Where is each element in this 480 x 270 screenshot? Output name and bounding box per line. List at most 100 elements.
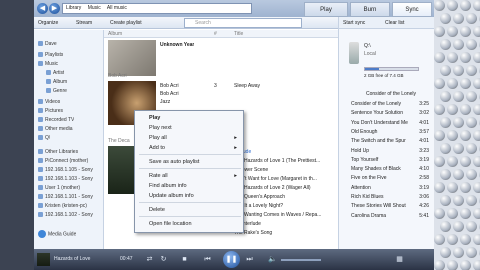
column-header-number[interactable]: # bbox=[214, 31, 217, 37]
back-button[interactable]: ◀ bbox=[37, 3, 48, 14]
forward-button[interactable]: ▶ bbox=[49, 3, 60, 14]
library-icon bbox=[38, 158, 43, 164]
sync-song-title: Many Shades of Black bbox=[351, 166, 401, 173]
sidebar-item-album[interactable]: Album bbox=[46, 78, 67, 86]
tab-play[interactable]: Play bbox=[304, 2, 348, 17]
sync-list-item[interactable]: You Don't Understand Me 4:01 bbox=[351, 120, 431, 127]
sidebar-item-recorded-tv[interactable]: Recorded TV bbox=[38, 116, 74, 124]
chrome-ball-decoration bbox=[440, 169, 451, 180]
album-artist: Bob Acri bbox=[160, 91, 179, 97]
sync-list-item[interactable]: Hold Up 3:23 bbox=[351, 148, 431, 155]
sidebar-item-library[interactable]: PiConnect (mother) bbox=[38, 157, 88, 165]
menu-item-play-all[interactable]: Play all ▸ bbox=[149, 134, 239, 142]
sidebar-item-library[interactable]: 192.168.1.103 - Sony bbox=[38, 175, 93, 183]
track-number: 3 bbox=[214, 83, 217, 89]
capacity-bar bbox=[364, 67, 419, 71]
clear-list-button[interactable]: Clear list bbox=[385, 19, 404, 27]
chrome-ball-decoration bbox=[434, 182, 445, 193]
chrome-ball-decoration bbox=[473, 52, 480, 63]
sidebar-item-library[interactable]: 192.168.1.105 - Sony bbox=[38, 166, 93, 174]
sidebar-item-playlists[interactable]: Playlists bbox=[38, 51, 63, 59]
menu-item-open-file-location[interactable]: Open file location bbox=[149, 220, 239, 228]
breadcrumb-all-music[interactable]: All music bbox=[107, 5, 127, 11]
now-playing-art[interactable] bbox=[37, 253, 50, 266]
sync-song-title: Top Yourself bbox=[351, 156, 379, 163]
elapsed-time: 00:47 bbox=[120, 256, 133, 262]
sidebar-item-library[interactable]: Kristen (kristen-pc) bbox=[38, 202, 87, 210]
sync-list-item[interactable]: Top Yourself 3:19 bbox=[351, 157, 431, 164]
chrome-ball-decoration bbox=[434, 52, 445, 63]
stream-button[interactable]: Stream bbox=[76, 19, 92, 27]
search-input[interactable]: Search bbox=[184, 18, 302, 28]
sidebar-item-music[interactable]: Music bbox=[38, 60, 58, 68]
create-playlist-button[interactable]: Create playlist bbox=[110, 19, 142, 27]
chrome-ball-decoration bbox=[434, 104, 445, 115]
menu-item-play-next[interactable]: Play next bbox=[149, 124, 239, 132]
mute-icon[interactable]: 🔈 bbox=[267, 254, 278, 265]
chrome-ball-decoration bbox=[473, 260, 480, 270]
sync-song-duration: 3:19 bbox=[419, 156, 429, 163]
chrome-ball-decoration bbox=[447, 26, 458, 37]
sidebar-item-user[interactable]: Dave bbox=[38, 40, 57, 48]
album-art-unknown[interactable] bbox=[108, 40, 156, 76]
switch-to-now-playing-icon[interactable]: ▦ bbox=[394, 254, 405, 265]
column-headers: Album # Title bbox=[104, 30, 338, 38]
sync-list-item[interactable]: Old Enough 3:57 bbox=[351, 129, 431, 136]
breadcrumb-music[interactable]: Music bbox=[88, 5, 101, 11]
sync-list-item[interactable]: The Switch and the Spur 4:01 bbox=[351, 138, 431, 145]
device-type: Local bbox=[364, 51, 376, 57]
sidebar-item-device[interactable]: Q\ bbox=[38, 134, 50, 142]
sync-song-title: Old Enough bbox=[351, 128, 378, 135]
menu-item-update-album-info[interactable]: Update album info bbox=[149, 192, 239, 200]
sidebar-item-library[interactable]: 192.168.1.102 - Sony bbox=[38, 211, 93, 219]
column-header-album[interactable]: Album bbox=[108, 31, 122, 37]
sync-list-item[interactable]: Five on the Five 2:58 bbox=[351, 175, 431, 182]
sidebar-item-videos[interactable]: Videos bbox=[38, 98, 60, 106]
tab-burn[interactable]: Burn bbox=[350, 2, 390, 17]
next-icon[interactable]: ⏭ bbox=[244, 254, 255, 265]
pause-button[interactable]: ❚❚ bbox=[223, 251, 240, 268]
sync-list-item[interactable]: Many Shades of Black 4:10 bbox=[351, 166, 431, 173]
device-name[interactable]: Q:\ bbox=[364, 43, 371, 50]
sidebar-item-library[interactable]: User 1 (mother) bbox=[38, 184, 80, 192]
sidebar-item-genre[interactable]: Genre bbox=[46, 87, 67, 95]
shuffle-icon[interactable]: ⇄ bbox=[144, 254, 155, 265]
menu-item-play[interactable]: Play bbox=[149, 114, 239, 122]
column-header-title[interactable]: Title bbox=[234, 31, 243, 37]
track-title[interactable]: The Hazards of Love 2 (Wager All) bbox=[234, 184, 311, 192]
track-title[interactable]: The Wanting Comes in Waves / Repa... bbox=[234, 211, 321, 219]
track-title[interactable]: Won't Want for Love (Margaret in th... bbox=[234, 175, 317, 183]
media-guide-link[interactable]: Media Guide bbox=[38, 230, 76, 238]
previous-icon[interactable]: ⏮ bbox=[202, 254, 213, 265]
breadcrumb-library[interactable]: Library bbox=[66, 5, 81, 11]
sync-list-item[interactable]: Carolina Drama 5:41 bbox=[351, 213, 431, 220]
chrome-ball-decoration bbox=[447, 52, 458, 63]
volume-slider[interactable] bbox=[281, 259, 321, 261]
sync-list-item[interactable]: Attention 3:19 bbox=[351, 185, 431, 192]
tab-sync[interactable]: Sync bbox=[392, 2, 432, 17]
chrome-ball-decoration bbox=[473, 26, 480, 37]
breadcrumb[interactable]: Library Music All music bbox=[62, 3, 252, 14]
track-title[interactable]: The Hazards of Love 1 (The Prettiest... bbox=[234, 157, 320, 165]
repeat-icon[interactable]: ↻ bbox=[158, 254, 169, 265]
sync-list-item[interactable]: Rich Kid Blues 3:06 bbox=[351, 194, 431, 201]
sidebar-item-other-media[interactable]: Other media bbox=[38, 125, 73, 133]
menu-item-add-to[interactable]: Add to ▸ bbox=[149, 144, 239, 152]
menu-item-delete[interactable]: Delete bbox=[149, 206, 239, 214]
organize-button[interactable]: Organize bbox=[38, 19, 58, 27]
sync-list-item[interactable]: These Stories Will Shout 4:26 bbox=[351, 203, 431, 210]
chrome-ball-decoration bbox=[473, 156, 480, 167]
sidebar-item-other-libraries[interactable]: Other Libraries bbox=[38, 148, 78, 156]
stop-icon[interactable]: ■ bbox=[179, 254, 190, 265]
menu-item-rate-all[interactable]: Rate all ▸ bbox=[149, 172, 239, 180]
sync-list-item[interactable]: Sentence Your Solution 3:02 bbox=[351, 110, 431, 117]
track-title[interactable]: Sleep Away bbox=[234, 82, 260, 90]
sync-list-item[interactable]: Consider of the Lonely 3:25 bbox=[351, 101, 431, 108]
menu-item-find-album-info[interactable]: Find album info bbox=[149, 182, 239, 190]
menu-item-save-auto-playlist[interactable]: Save as auto playlist bbox=[149, 158, 239, 166]
sidebar-item-artist[interactable]: Artist bbox=[46, 69, 64, 77]
start-sync-button[interactable]: Start sync bbox=[343, 19, 365, 27]
sidebar-item-pictures[interactable]: Pictures bbox=[38, 107, 63, 115]
chrome-ball-decoration bbox=[447, 0, 458, 11]
sidebar-item-library[interactable]: 192.168.1.101 - Sony bbox=[38, 193, 93, 201]
